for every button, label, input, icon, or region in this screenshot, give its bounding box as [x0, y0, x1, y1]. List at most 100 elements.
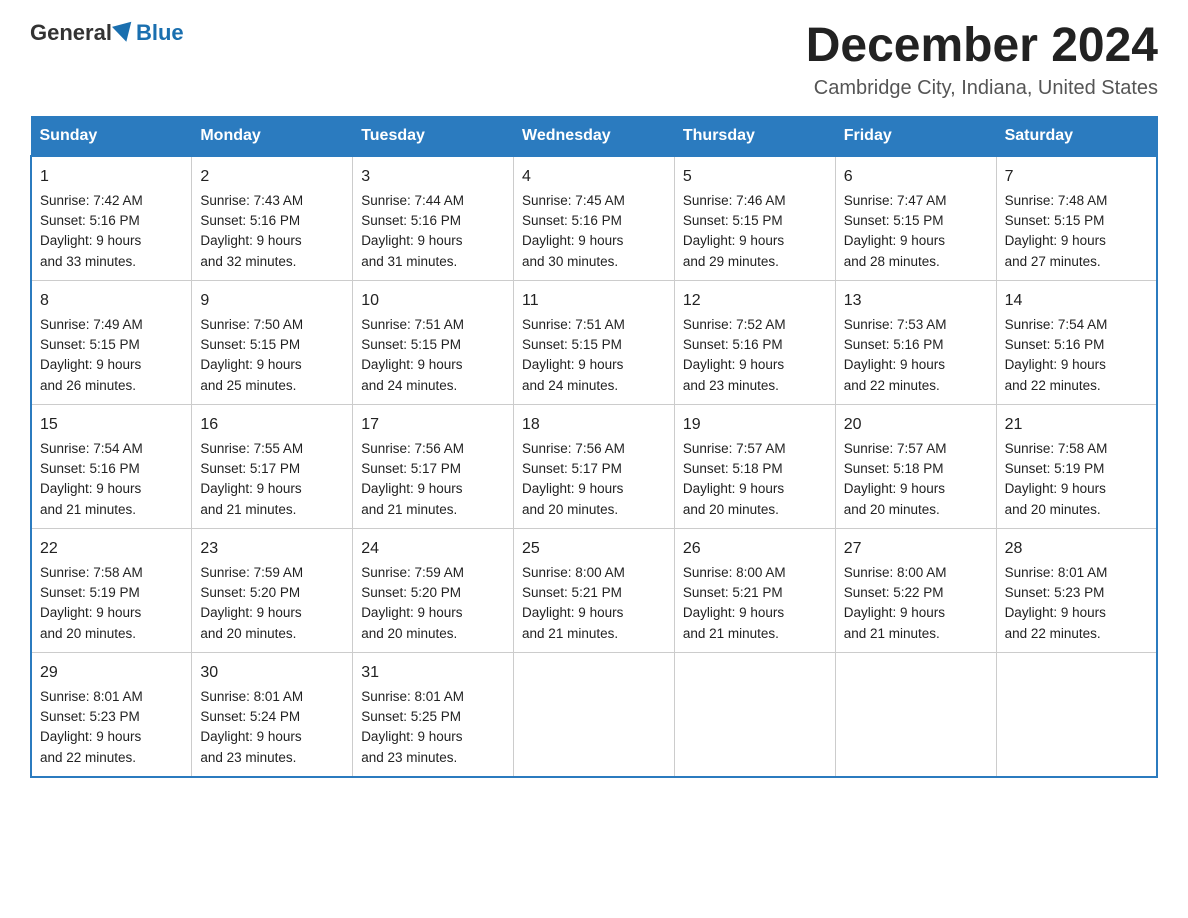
day-number: 23 — [200, 537, 344, 561]
col-wednesday: Wednesday — [514, 116, 675, 156]
sunrise-text: Sunrise: 7:57 AM — [844, 441, 947, 456]
sunset-text: Sunset: 5:16 PM — [200, 213, 300, 228]
day-number: 25 — [522, 537, 666, 561]
calendar-cell: 19 Sunrise: 7:57 AM Sunset: 5:18 PM Dayl… — [674, 404, 835, 528]
day-number: 7 — [1005, 165, 1148, 189]
daylight-text: Daylight: 9 hoursand 21 minutes. — [844, 605, 945, 640]
daylight-text: Daylight: 9 hoursand 20 minutes. — [200, 605, 301, 640]
daylight-text: Daylight: 9 hoursand 21 minutes. — [522, 605, 623, 640]
sunset-text: Sunset: 5:19 PM — [40, 585, 140, 600]
daylight-text: Daylight: 9 hoursand 22 minutes. — [40, 729, 141, 764]
sunrise-text: Sunrise: 8:01 AM — [1005, 565, 1108, 580]
title-block: December 2024 Cambridge City, Indiana, U… — [806, 20, 1158, 100]
daylight-text: Daylight: 9 hoursand 24 minutes. — [522, 357, 623, 392]
sunrise-text: Sunrise: 7:48 AM — [1005, 193, 1108, 208]
daylight-text: Daylight: 9 hoursand 20 minutes. — [40, 605, 141, 640]
day-number: 3 — [361, 165, 505, 189]
logo: General Blue — [30, 20, 184, 46]
daylight-text: Daylight: 9 hoursand 28 minutes. — [844, 233, 945, 268]
sunset-text: Sunset: 5:19 PM — [1005, 461, 1105, 476]
sunset-text: Sunset: 5:18 PM — [683, 461, 783, 476]
sunset-text: Sunset: 5:23 PM — [40, 709, 140, 724]
daylight-text: Daylight: 9 hoursand 20 minutes. — [361, 605, 462, 640]
sunset-text: Sunset: 5:24 PM — [200, 709, 300, 724]
daylight-text: Daylight: 9 hoursand 31 minutes. — [361, 233, 462, 268]
calendar-cell: 1 Sunrise: 7:42 AM Sunset: 5:16 PM Dayli… — [31, 156, 192, 281]
sunrise-text: Sunrise: 7:52 AM — [683, 317, 786, 332]
calendar-cell: 23 Sunrise: 7:59 AM Sunset: 5:20 PM Dayl… — [192, 528, 353, 652]
sunset-text: Sunset: 5:16 PM — [40, 461, 140, 476]
calendar-cell: 2 Sunrise: 7:43 AM Sunset: 5:16 PM Dayli… — [192, 156, 353, 281]
sunset-text: Sunset: 5:25 PM — [361, 709, 461, 724]
calendar-cell: 31 Sunrise: 8:01 AM Sunset: 5:25 PM Dayl… — [353, 652, 514, 777]
calendar-week-row: 8 Sunrise: 7:49 AM Sunset: 5:15 PM Dayli… — [31, 280, 1157, 404]
day-number: 9 — [200, 289, 344, 313]
subtitle: Cambridge City, Indiana, United States — [806, 77, 1158, 100]
sunset-text: Sunset: 5:15 PM — [844, 213, 944, 228]
col-friday: Friday — [835, 116, 996, 156]
sunset-text: Sunset: 5:16 PM — [1005, 337, 1105, 352]
sunset-text: Sunset: 5:20 PM — [361, 585, 461, 600]
day-number: 11 — [522, 289, 666, 313]
sunrise-text: Sunrise: 7:44 AM — [361, 193, 464, 208]
calendar-cell: 17 Sunrise: 7:56 AM Sunset: 5:17 PM Dayl… — [353, 404, 514, 528]
sunrise-text: Sunrise: 7:49 AM — [40, 317, 143, 332]
sunrise-text: Sunrise: 8:01 AM — [200, 689, 303, 704]
day-number: 22 — [40, 537, 183, 561]
sunset-text: Sunset: 5:16 PM — [361, 213, 461, 228]
sunset-text: Sunset: 5:20 PM — [200, 585, 300, 600]
sunrise-text: Sunrise: 7:42 AM — [40, 193, 143, 208]
sunset-text: Sunset: 5:15 PM — [361, 337, 461, 352]
calendar-cell: 13 Sunrise: 7:53 AM Sunset: 5:16 PM Dayl… — [835, 280, 996, 404]
calendar-cell: 28 Sunrise: 8:01 AM Sunset: 5:23 PM Dayl… — [996, 528, 1157, 652]
sunrise-text: Sunrise: 7:43 AM — [200, 193, 303, 208]
day-number: 20 — [844, 413, 988, 437]
calendar-cell — [835, 652, 996, 777]
sunrise-text: Sunrise: 7:55 AM — [200, 441, 303, 456]
calendar-cell: 18 Sunrise: 7:56 AM Sunset: 5:17 PM Dayl… — [514, 404, 675, 528]
sunrise-text: Sunrise: 8:00 AM — [844, 565, 947, 580]
daylight-text: Daylight: 9 hoursand 20 minutes. — [683, 481, 784, 516]
day-number: 26 — [683, 537, 827, 561]
sunrise-text: Sunrise: 7:59 AM — [200, 565, 303, 580]
day-number: 29 — [40, 661, 183, 685]
calendar-cell: 15 Sunrise: 7:54 AM Sunset: 5:16 PM Dayl… — [31, 404, 192, 528]
day-number: 19 — [683, 413, 827, 437]
day-number: 8 — [40, 289, 183, 313]
calendar-cell: 4 Sunrise: 7:45 AM Sunset: 5:16 PM Dayli… — [514, 156, 675, 281]
sunset-text: Sunset: 5:16 PM — [40, 213, 140, 228]
calendar-week-row: 22 Sunrise: 7:58 AM Sunset: 5:19 PM Dayl… — [31, 528, 1157, 652]
sunrise-text: Sunrise: 7:54 AM — [40, 441, 143, 456]
day-number: 27 — [844, 537, 988, 561]
calendar-cell: 14 Sunrise: 7:54 AM Sunset: 5:16 PM Dayl… — [996, 280, 1157, 404]
calendar-cell: 3 Sunrise: 7:44 AM Sunset: 5:16 PM Dayli… — [353, 156, 514, 281]
day-number: 2 — [200, 165, 344, 189]
sunrise-text: Sunrise: 7:47 AM — [844, 193, 947, 208]
sunset-text: Sunset: 5:15 PM — [683, 213, 783, 228]
day-number: 12 — [683, 289, 827, 313]
calendar-table: Sunday Monday Tuesday Wednesday Thursday… — [30, 116, 1158, 778]
calendar-week-row: 1 Sunrise: 7:42 AM Sunset: 5:16 PM Dayli… — [31, 156, 1157, 281]
sunrise-text: Sunrise: 7:57 AM — [683, 441, 786, 456]
calendar-cell — [996, 652, 1157, 777]
daylight-text: Daylight: 9 hoursand 30 minutes. — [522, 233, 623, 268]
calendar-cell: 29 Sunrise: 8:01 AM Sunset: 5:23 PM Dayl… — [31, 652, 192, 777]
calendar-cell: 6 Sunrise: 7:47 AM Sunset: 5:15 PM Dayli… — [835, 156, 996, 281]
day-number: 16 — [200, 413, 344, 437]
daylight-text: Daylight: 9 hoursand 23 minutes. — [200, 729, 301, 764]
calendar-cell: 12 Sunrise: 7:52 AM Sunset: 5:16 PM Dayl… — [674, 280, 835, 404]
daylight-text: Daylight: 9 hoursand 21 minutes. — [40, 481, 141, 516]
daylight-text: Daylight: 9 hoursand 20 minutes. — [522, 481, 623, 516]
calendar-cell: 24 Sunrise: 7:59 AM Sunset: 5:20 PM Dayl… — [353, 528, 514, 652]
daylight-text: Daylight: 9 hoursand 26 minutes. — [40, 357, 141, 392]
sunset-text: Sunset: 5:21 PM — [522, 585, 622, 600]
col-saturday: Saturday — [996, 116, 1157, 156]
sunrise-text: Sunrise: 8:00 AM — [522, 565, 625, 580]
sunset-text: Sunset: 5:17 PM — [361, 461, 461, 476]
calendar-cell: 30 Sunrise: 8:01 AM Sunset: 5:24 PM Dayl… — [192, 652, 353, 777]
sunset-text: Sunset: 5:15 PM — [200, 337, 300, 352]
day-number: 30 — [200, 661, 344, 685]
sunset-text: Sunset: 5:16 PM — [522, 213, 622, 228]
calendar-header-row: Sunday Monday Tuesday Wednesday Thursday… — [31, 116, 1157, 156]
calendar-cell: 7 Sunrise: 7:48 AM Sunset: 5:15 PM Dayli… — [996, 156, 1157, 281]
